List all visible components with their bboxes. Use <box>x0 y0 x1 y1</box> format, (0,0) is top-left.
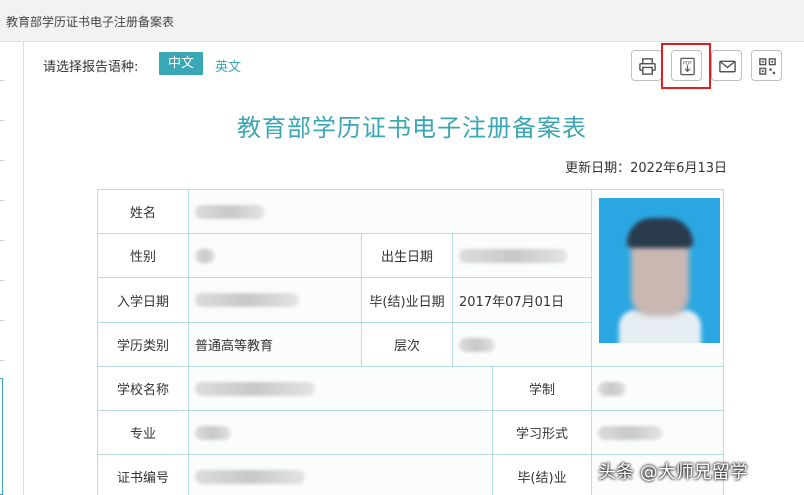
enroll-label: 入学日期 <box>97 277 189 323</box>
school-label-text: 学校名称 <box>116 383 169 398</box>
enroll-value <box>188 277 362 323</box>
grad-date-label-text: 毕(结)业日期 <box>369 294 445 310</box>
school-label: 学校名称 <box>97 366 189 411</box>
edu-type-value-text: 普通高等教育 <box>195 339 274 354</box>
major-label-text: 专业 <box>129 427 156 442</box>
duration-value <box>591 366 724 411</box>
sidebar-tick <box>0 240 4 241</box>
redacted-birth <box>459 248 567 263</box>
edu-type-value: 普通高等教育 <box>188 322 362 367</box>
cert-no-value <box>188 454 493 495</box>
name-label-text: 姓名 <box>129 206 156 221</box>
redacted-duration <box>598 381 626 396</box>
cert-no-label-text: 证书编号 <box>116 471 169 486</box>
language-label: 请选择报告语种: <box>43 60 139 75</box>
name-value <box>188 189 592 234</box>
study-form-label-text: 学习形式 <box>515 427 568 442</box>
grad-status-label-text: 毕(结)业 <box>517 471 567 486</box>
grad-date-value-text: 2017年07月01日 <box>459 294 565 310</box>
gender-value <box>188 233 362 278</box>
mail-button[interactable] <box>711 50 742 81</box>
study-form-label: 学习形式 <box>492 410 592 455</box>
level-value <box>452 322 592 367</box>
level-label: 层次 <box>361 322 453 367</box>
duration-label: 学制 <box>492 366 592 411</box>
cert-no-label: 证书编号 <box>97 454 189 495</box>
grad-status-label: 毕(结)业 <box>492 454 592 495</box>
grad-date-value: 2017年07月01日 <box>452 277 592 323</box>
edu-type-label-text: 学历类别 <box>116 339 169 354</box>
redacted-gender <box>195 248 215 263</box>
language-option-english[interactable]: 英文 <box>215 56 241 75</box>
grad-date-label: 毕(结)业日期 <box>361 277 453 323</box>
mail-icon <box>719 60 736 73</box>
student-photo <box>599 198 720 343</box>
name-label: 姓名 <box>97 189 189 234</box>
school-value <box>188 366 493 411</box>
redacted-study-form <box>598 425 662 440</box>
pdf-highlight-box <box>661 43 711 89</box>
redacted-level <box>459 337 495 352</box>
enroll-label-text: 入学日期 <box>116 294 169 310</box>
update-date: 更新日期：2022年6月13日 <box>565 161 727 176</box>
redacted-cert-no <box>195 469 305 484</box>
sidebar-tick <box>0 80 4 81</box>
sidebar-selected-item[interactable] <box>0 378 3 495</box>
redacted-school <box>195 381 315 396</box>
birth-value <box>452 233 592 278</box>
redacted-major <box>195 425 231 440</box>
photo-hair <box>627 218 693 248</box>
gender-label: 性别 <box>97 233 189 278</box>
window-title: 教育部学历证书电子注册备案表 <box>6 15 175 29</box>
birth-label-text: 出生日期 <box>380 250 433 265</box>
level-label-text: 层次 <box>393 339 420 354</box>
window-titlebar: 教育部学历证书电子注册备案表 <box>0 0 804 42</box>
major-label: 专业 <box>97 410 189 455</box>
qrcode-button[interactable] <box>751 50 782 81</box>
sidebar-tick <box>0 280 4 281</box>
qrcode-icon <box>759 58 776 75</box>
redacted-name <box>195 204 265 219</box>
watermark: 头条 @大师兄留学 <box>598 462 748 483</box>
gender-label-text: 性别 <box>129 250 156 265</box>
sidebar-tick <box>0 360 4 361</box>
redacted-enroll <box>195 293 299 307</box>
print-icon <box>639 58 656 75</box>
sidebar-tick <box>0 160 4 161</box>
language-option-chinese[interactable]: 中文 <box>159 52 203 75</box>
print-button[interactable] <box>631 50 662 81</box>
birth-label: 出生日期 <box>361 233 453 278</box>
sidebar-tick <box>0 320 4 321</box>
study-form-value <box>591 410 724 455</box>
document-title: 教育部学历证书电子注册备案表 <box>237 114 587 142</box>
duration-label-text: 学制 <box>528 383 555 398</box>
sidebar-tick <box>0 200 4 201</box>
major-value <box>188 410 493 455</box>
edu-type-label: 学历类别 <box>97 322 189 367</box>
